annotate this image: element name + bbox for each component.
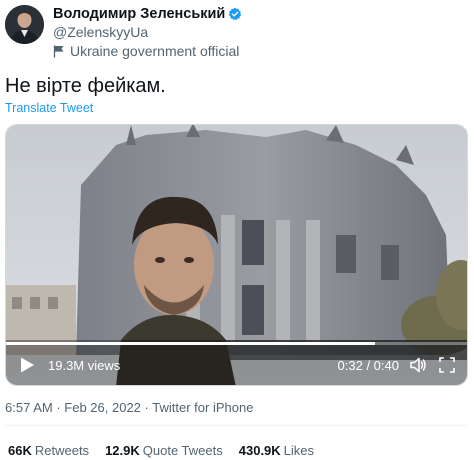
likes-stat[interactable]: 430.9K Likes [239,443,314,458]
volume-icon[interactable] [409,356,427,374]
meta-separator: · [56,400,61,415]
play-icon[interactable] [18,356,36,374]
tweet-text: Не вірте фейкам. [5,75,166,97]
author-name[interactable]: Володимир Зеленський [53,6,225,22]
fullscreen-icon[interactable] [439,357,455,373]
author-handle[interactable]: @ZelenskyyUa [53,24,148,40]
verified-badge-icon [228,7,242,21]
retweets-stat[interactable]: 66K Retweets [8,443,89,458]
divider [5,425,468,426]
quote-tweets-stat[interactable]: 12.9K Quote Tweets [105,443,223,458]
government-label[interactable]: Ukraine government official [53,43,239,59]
video-controls: 19.3M views 0:32 / 0:40 [6,345,467,385]
tweet-source[interactable]: Twitter for iPhone [152,400,253,415]
meta-separator-2: · [144,400,149,415]
avatar[interactable] [5,5,44,44]
retweets-label: Retweets [34,443,90,458]
flag-icon [53,45,65,58]
retweets-count: 66K [8,443,32,458]
view-count: 19.3M views [48,357,121,373]
tweet-date[interactable]: Feb 26, 2022 [64,400,141,415]
translate-link[interactable]: Translate Tweet [5,101,93,115]
quote-tweets-count: 12.9K [105,443,140,458]
tweet-time[interactable]: 6:57 AM [5,400,53,415]
tweet-stats: 66K Retweets 12.9K Quote Tweets 430.9K Like… [8,443,330,458]
tweet-meta: 6:57 AM · Feb 26, 2022 · Twitter for iPh… [5,400,253,415]
video-player[interactable]: 19.3M views 0:32 / 0:40 [5,124,468,386]
video-time: 0:32 / 0:40 [337,357,399,373]
quote-tweets-label: Quote Tweets [142,443,223,458]
likes-count: 430.9K [238,443,281,458]
likes-label: Likes [283,443,315,458]
government-label-text: Ukraine government official [70,43,240,59]
